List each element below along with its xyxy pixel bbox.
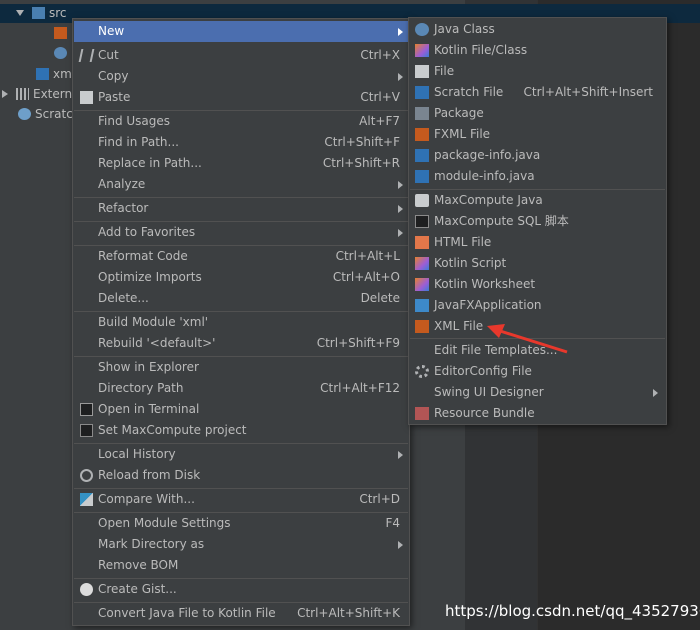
- expand-arrow-icon[interactable]: [16, 10, 24, 16]
- submenu-item-html-file[interactable]: HTML File: [410, 232, 665, 253]
- menu-item-copy[interactable]: Copy: [74, 66, 408, 87]
- paste-icon: [80, 91, 93, 104]
- file-icon: [415, 65, 429, 78]
- scratches-icon: [18, 108, 31, 120]
- menu-item-compare-with[interactable]: Compare With... Ctrl+D: [74, 489, 408, 510]
- submenu-item-kotlin-worksheet[interactable]: Kotlin Worksheet: [410, 274, 665, 295]
- menu-item-open-module-settings[interactable]: Open Module Settings F4: [74, 513, 408, 534]
- menu-item-directory-path[interactable]: Directory Path Ctrl+Alt+F12: [74, 378, 408, 399]
- xml-file-icon: [415, 320, 429, 333]
- tree-item-xml-file[interactable]: [54, 23, 71, 43]
- menu-item-new[interactable]: New: [74, 21, 408, 42]
- submenu-item-resource-bundle[interactable]: Resource Bundle: [410, 403, 665, 424]
- tree-item-java-class[interactable]: [54, 43, 71, 63]
- menu-item-local-history[interactable]: Local History: [74, 444, 408, 465]
- libraries-icon: [16, 88, 29, 100]
- submenu-item-editorconfig-file[interactable]: EditorConfig File: [410, 361, 665, 382]
- package-icon: [415, 107, 429, 120]
- java-class-icon: [54, 47, 67, 59]
- menu-item-paste[interactable]: Paste Ctrl+V: [74, 87, 408, 108]
- submenu-arrow-icon: [398, 229, 403, 237]
- menu-item-mark-directory-as[interactable]: Mark Directory as: [74, 534, 408, 555]
- project-tree: src xm Extern Scratc: [0, 0, 700, 630]
- kotlin-worksheet-icon: [415, 278, 429, 291]
- reload-icon: [80, 469, 93, 482]
- cut-icon: [78, 49, 95, 62]
- submenu-arrow-icon: [398, 205, 403, 213]
- tree-item-scratches[interactable]: Scratc: [18, 104, 73, 124]
- resource-bundle-icon: [415, 407, 429, 420]
- submenu-arrow-icon: [398, 541, 403, 549]
- watermark: https://blog.csdn.net/qq_43527936: [445, 602, 700, 620]
- folder-icon: [32, 7, 45, 19]
- javafx-icon: [415, 299, 429, 312]
- submenu-item-module-info[interactable]: module-info.java: [410, 166, 665, 187]
- compare-icon: [80, 493, 93, 506]
- submenu-item-swing-ui-designer[interactable]: Swing UI Designer: [410, 382, 665, 403]
- annotation-arrow-icon: [487, 324, 568, 354]
- submenu-item-package-info[interactable]: package-info.java: [410, 145, 665, 166]
- submenu-item-kotlin-file[interactable]: Kotlin File/Class: [410, 40, 665, 61]
- menu-item-analyze[interactable]: Analyze: [74, 174, 408, 195]
- tree-item-module-file[interactable]: xm: [36, 64, 72, 84]
- menu-item-delete[interactable]: Delete... Delete: [74, 288, 408, 309]
- maxcompute-icon: [80, 424, 93, 437]
- new-submenu: Java Class Kotlin File/Class File Scratc…: [408, 17, 667, 425]
- submenu-arrow-icon: [398, 73, 403, 81]
- submenu-item-java-class[interactable]: Java Class: [410, 19, 665, 40]
- tree-item-src[interactable]: src: [16, 3, 67, 23]
- submenu-arrow-icon: [398, 181, 403, 189]
- submenu-item-kotlin-script[interactable]: Kotlin Script: [410, 253, 665, 274]
- module-file-icon: [36, 68, 49, 80]
- tree-item-external-libraries[interactable]: Extern: [2, 84, 72, 104]
- github-icon: [80, 583, 93, 596]
- scratch-file-icon: [415, 86, 429, 99]
- maxcompute-sql-icon: [415, 215, 429, 228]
- menu-item-set-maxcompute-project[interactable]: Set MaxCompute project: [74, 420, 408, 441]
- submenu-item-maxcompute-sql[interactable]: MaxCompute SQL 脚本: [410, 211, 665, 232]
- menu-item-build-module[interactable]: Build Module 'xml': [74, 312, 408, 333]
- submenu-item-fxml-file[interactable]: FXML File: [410, 124, 665, 145]
- kotlin-icon: [415, 44, 429, 57]
- collapse-arrow-icon[interactable]: [2, 90, 8, 98]
- maxcompute-java-icon: [415, 194, 429, 207]
- menu-item-find-in-path[interactable]: Find in Path... Ctrl+Shift+F: [74, 132, 408, 153]
- menu-item-add-to-favorites[interactable]: Add to Favorites: [74, 222, 408, 243]
- menu-item-convert-java-to-kotlin[interactable]: Convert Java File to Kotlin File Ctrl+Alt…: [74, 603, 408, 624]
- submenu-arrow-icon: [398, 28, 403, 36]
- menu-item-rebuild[interactable]: Rebuild '<default>' Ctrl+Shift+F9: [74, 333, 408, 354]
- html-file-icon: [415, 236, 429, 249]
- xml-file-icon: [54, 27, 67, 39]
- java-file-icon: [415, 149, 429, 162]
- menu-item-refactor[interactable]: Refactor: [74, 198, 408, 219]
- java-class-icon: [415, 23, 429, 36]
- menu-item-remove-bom[interactable]: Remove BOM: [74, 555, 408, 576]
- submenu-item-javafx-application[interactable]: JavaFXApplication: [410, 295, 665, 316]
- menu-item-open-in-terminal[interactable]: Open in Terminal: [74, 399, 408, 420]
- java-file-icon: [415, 170, 429, 183]
- submenu-arrow-icon: [398, 451, 403, 459]
- submenu-item-package[interactable]: Package: [410, 103, 665, 124]
- context-menu: New Cut Ctrl+X Copy Paste Ctrl+V Find Usag…: [72, 18, 410, 626]
- submenu-item-scratch-file[interactable]: Scratch File Ctrl+Alt+Shift+Insert: [410, 82, 665, 103]
- menu-item-reload-from-disk[interactable]: Reload from Disk: [74, 465, 408, 486]
- submenu-item-maxcompute-java[interactable]: MaxCompute Java: [410, 190, 665, 211]
- gear-icon: [415, 365, 429, 378]
- menu-item-create-gist[interactable]: Create Gist...: [74, 579, 408, 600]
- kotlin-script-icon: [415, 257, 429, 270]
- menu-item-find-usages[interactable]: Find Usages Alt+F7: [74, 111, 408, 132]
- terminal-icon: [80, 403, 93, 416]
- submenu-arrow-icon: [653, 389, 658, 397]
- menu-item-replace-in-path[interactable]: Replace in Path... Ctrl+Shift+R: [74, 153, 408, 174]
- menu-item-optimize-imports[interactable]: Optimize Imports Ctrl+Alt+O: [74, 267, 408, 288]
- submenu-item-file[interactable]: File: [410, 61, 665, 82]
- menu-item-reformat-code[interactable]: Reformat Code Ctrl+Alt+L: [74, 246, 408, 267]
- fxml-file-icon: [415, 128, 429, 141]
- menu-item-show-in-explorer[interactable]: Show in Explorer: [74, 357, 408, 378]
- menu-item-cut[interactable]: Cut Ctrl+X: [74, 45, 408, 66]
